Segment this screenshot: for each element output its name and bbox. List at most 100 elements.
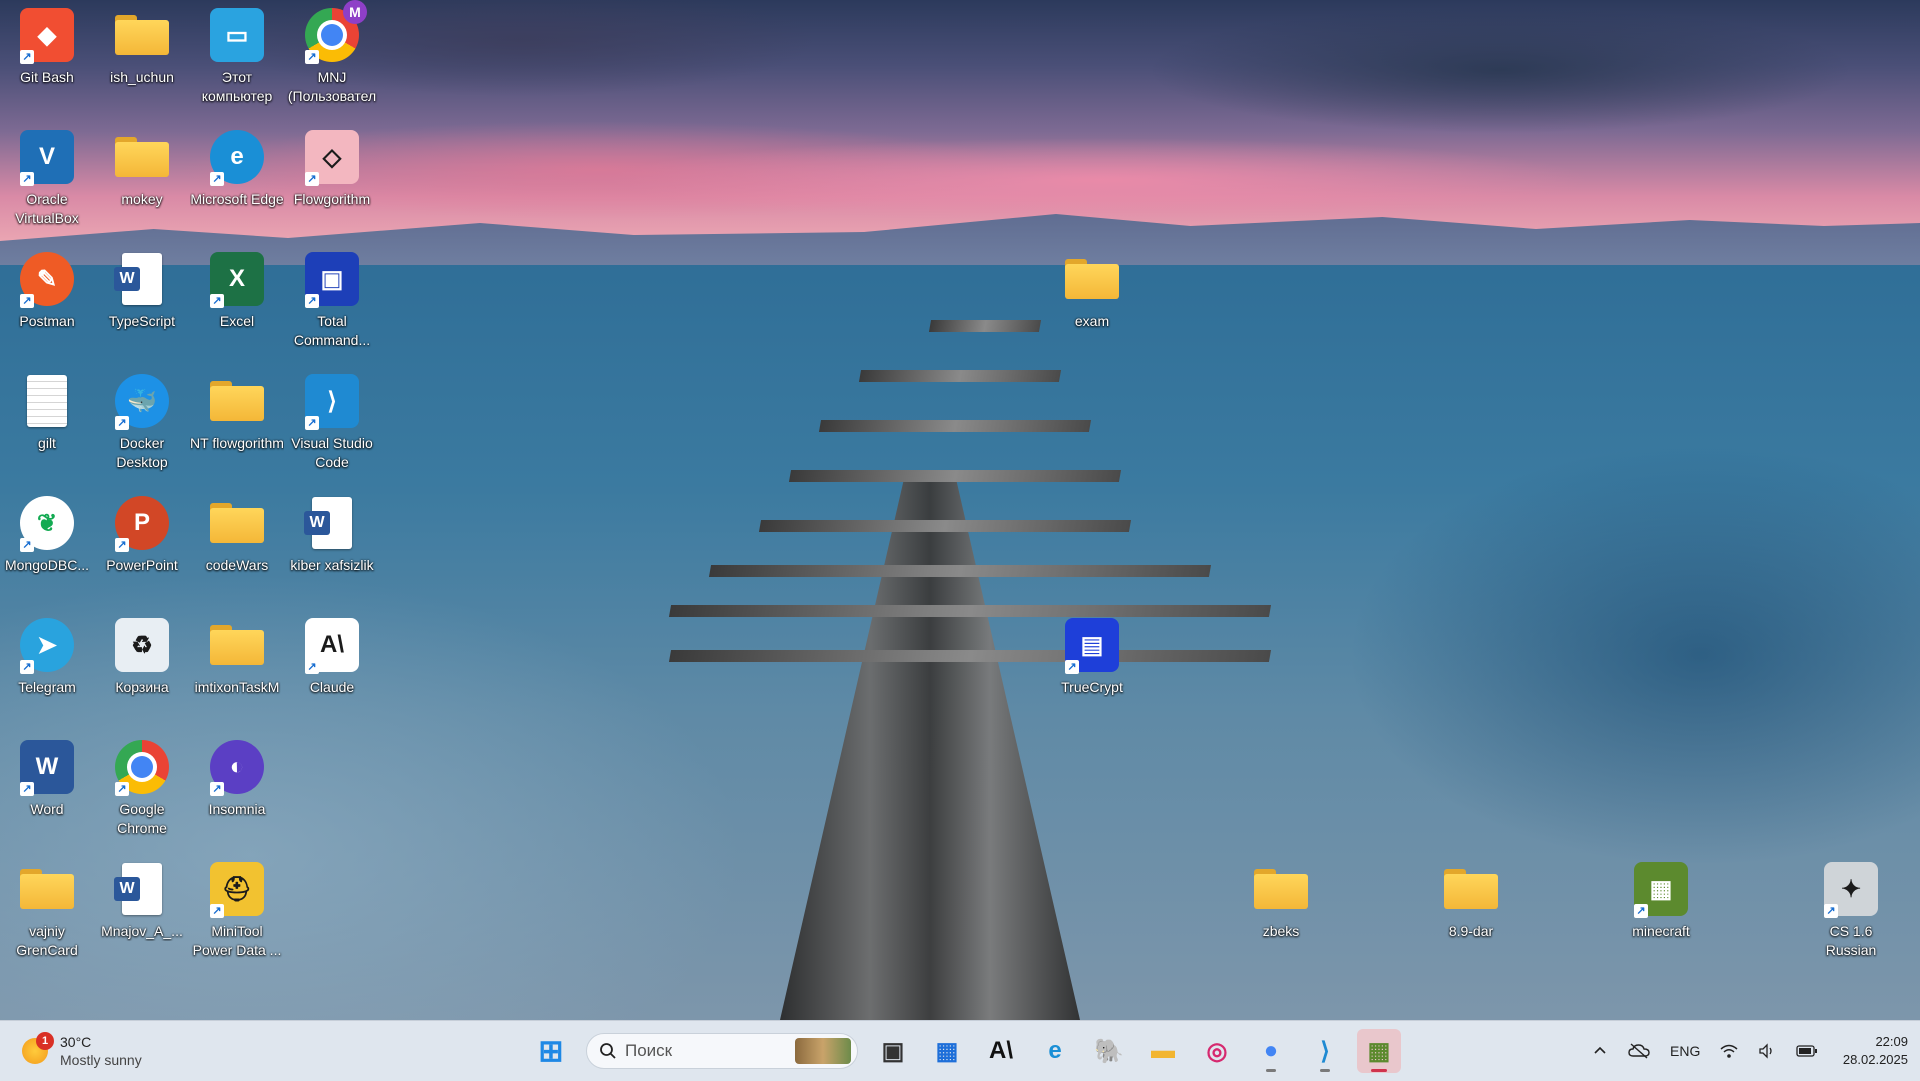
start-button[interactable]: ⊞ — [529, 1029, 573, 1073]
desktop-icon[interactable]: 🐳 ↗ Docker Desktop — [95, 366, 189, 486]
pier-plank — [788, 470, 1122, 482]
shortcut-arrow-icon: ↗ — [1065, 660, 1079, 674]
search-icon — [600, 1043, 616, 1059]
desktop-icon[interactable]: ▤ ↗ TrueCrypt — [1045, 610, 1139, 730]
desktop-icon-label: MiniTool Power Data ... — [192, 923, 282, 958]
instagram-icon[interactable]: ◎ — [1195, 1029, 1239, 1073]
desktop-icon[interactable]: exam — [1045, 244, 1139, 364]
folder-icon — [1063, 250, 1121, 308]
desktop-icon[interactable]: ⛑ ↗ MiniTool Power Data ... — [190, 854, 284, 974]
mongodb-icon: ❦ ↗ — [18, 494, 76, 552]
file-explorer-icon[interactable]: ▬ — [1141, 1029, 1185, 1073]
desktop-icon[interactable]: ↗ Google Chrome — [95, 732, 189, 852]
docker-icon: 🐳 ↗ — [113, 372, 171, 430]
desktop-icon[interactable]: 8.9-dar — [1424, 854, 1518, 974]
desktop-icon-label: NT flowgorithm — [190, 435, 284, 451]
weather-widget[interactable]: 1 30°C Mostly sunny — [22, 1031, 142, 1071]
desktop-icon-label: 8.9-dar — [1448, 923, 1494, 939]
desktop-icon[interactable]: zbeks — [1234, 854, 1328, 974]
desktop-icon[interactable]: ✎ ↗ Postman — [0, 244, 94, 364]
desktop-icon-label: TrueCrypt — [1061, 679, 1123, 695]
chrome-taskbar-icon[interactable]: ● — [1249, 1029, 1293, 1073]
desktop-icon[interactable]: NT flowgorithm — [190, 366, 284, 486]
shortcut-arrow-icon: ↗ — [210, 294, 224, 308]
desktop-icon[interactable]: A\ ↗ Claude — [285, 610, 379, 730]
folder-icon — [208, 372, 266, 430]
postgres-taskbar-icon[interactable]: 🐘 — [1087, 1029, 1131, 1073]
folder-icon — [1252, 860, 1310, 918]
vscode-taskbar-icon[interactable]: ⟩ — [1303, 1029, 1347, 1073]
desktop-icon-label: MNJ (Пользователь 1) - Chrome — [287, 69, 377, 104]
desktop-icon[interactable]: P ↗ PowerPoint — [95, 488, 189, 608]
clock[interactable]: 22:09 28.02.2025 — [1818, 1033, 1908, 1069]
minecraft-taskbar-icon[interactable]: ▦ — [1357, 1029, 1401, 1073]
desktop-icon[interactable]: ♻ Корзина — [95, 610, 189, 730]
shortcut-arrow-icon: ↗ — [20, 538, 34, 552]
desktop-icon-label: PowerPoint — [106, 557, 178, 573]
desktop-icon[interactable]: vajniy GrenCard — [0, 854, 94, 974]
git-bash-icon: ◆ ↗ — [18, 6, 76, 64]
sun-icon: 1 — [22, 1032, 54, 1064]
folder-icon — [1442, 860, 1500, 918]
desktop-icon[interactable]: ▦ ↗ minecraft — [1614, 854, 1708, 974]
folder-icon — [113, 6, 171, 64]
desktop-icon[interactable]: e ↗ Microsoft Edge — [190, 122, 284, 242]
search-highlight-image — [795, 1038, 851, 1064]
desktop-icon[interactable]: Wkiber xafsizlik — [285, 488, 379, 608]
shortcut-arrow-icon: ↗ — [20, 782, 34, 796]
microsoft-store-icon[interactable]: ▦ — [925, 1029, 969, 1073]
desktop-icon[interactable]: ▣ ↗ Total Command... — [285, 244, 379, 364]
task-view-icon[interactable]: ▣ — [871, 1029, 915, 1073]
desktop-icon-label: Total Command... — [293, 313, 371, 348]
weather-text: 30°C Mostly sunny — [60, 1033, 142, 1069]
desktop-icon-label: exam — [1074, 313, 1110, 329]
desktop-icon[interactable]: W Mnajov_A_... — [95, 854, 189, 974]
wifi-icon[interactable] — [1720, 1043, 1738, 1059]
desktop-icon-label: Корзина — [115, 679, 169, 695]
search-placeholder: Поиск — [625, 1041, 673, 1060]
word-doc-icon: W — [113, 860, 171, 918]
edge-taskbar-icon[interactable]: e — [1033, 1029, 1077, 1073]
taskbar-apps: ⊞ Поиск ▣ ▦ A\ e 🐘 ▬ ◎ ● ⟩ ▦ — [524, 1029, 1406, 1073]
battery-icon[interactable] — [1796, 1044, 1818, 1058]
desktop-icon-label: Postman — [19, 313, 75, 329]
desktop-icon-label: Telegram — [18, 679, 76, 695]
desktop-icon[interactable]: ➤ ↗ Telegram — [0, 610, 94, 730]
taskbar-search-box[interactable]: Поиск — [586, 1033, 858, 1069]
pier-plank — [928, 320, 1042, 332]
volume-icon[interactable] — [1758, 1043, 1776, 1059]
desktop-icon[interactable]: ▭ Этот компьютер — [190, 0, 284, 120]
desktop-icon-label: zbeks — [1262, 923, 1300, 939]
desktop-icon[interactable]: ◇ ↗ Flowgorithm — [285, 122, 379, 242]
desktop-icon[interactable]: W ↗ Word — [0, 732, 94, 852]
desktop-icon[interactable]: W TypeScript — [95, 244, 189, 364]
shortcut-arrow-icon: ↗ — [210, 904, 224, 918]
desktop-icon[interactable]: ◆ ↗ Git Bash — [0, 0, 94, 120]
folder-icon — [18, 860, 76, 918]
desktop-icon[interactable]: ◐ ↗ Insomnia — [190, 732, 284, 852]
desktop-icon[interactable]: ⟩ ↗ Visual Studio Code — [285, 366, 379, 486]
desktop-icon[interactable]: ✦ ↗ CS 1.6 Russian — [1804, 854, 1898, 974]
claude-icon: A\ ↗ — [303, 616, 361, 674]
language-indicator[interactable]: ENG — [1670, 1043, 1700, 1059]
running-indicator — [1371, 1069, 1387, 1072]
flowgorithm-icon: ◇ ↗ — [303, 128, 361, 186]
desktop-icon[interactable]: ❦ ↗ MongoDBC... — [0, 488, 94, 608]
desktop-icon[interactable]: ish_uchun — [95, 0, 189, 120]
taskbar: 1 30°C Mostly sunny ⊞ Поиск ▣ ▦ A\ e 🐘 ▬ ◎ ● ⟩ ▦ EN… — [0, 1020, 1920, 1081]
chevron-up-icon[interactable] — [1592, 1043, 1608, 1059]
desktop-icon[interactable]: imtixonTaskM — [190, 610, 284, 730]
desktop-icon[interactable]: M↗ MNJ (Пользователь 1) - Chrome — [285, 0, 379, 120]
virtualbox-icon: V ↗ — [18, 128, 76, 186]
desktop-icon[interactable]: X ↗ Excel — [190, 244, 284, 364]
onedrive-offline-icon[interactable] — [1628, 1043, 1650, 1059]
desktop-icon-label: Insomnia — [208, 801, 266, 817]
desktop-icon[interactable]: mokey — [95, 122, 189, 242]
claude-taskbar-icon[interactable]: A\ — [979, 1029, 1023, 1073]
desktop-icon[interactable]: V ↗ Oracle VirtualBox — [0, 122, 94, 242]
shortcut-arrow-icon: ↗ — [115, 538, 129, 552]
shortcut-arrow-icon: ↗ — [115, 416, 129, 430]
desktop-icon[interactable]: gilt — [0, 366, 94, 486]
desktop-icon[interactable]: codeWars — [190, 488, 284, 608]
desktop-icon-label: Flowgorithm — [293, 191, 371, 207]
